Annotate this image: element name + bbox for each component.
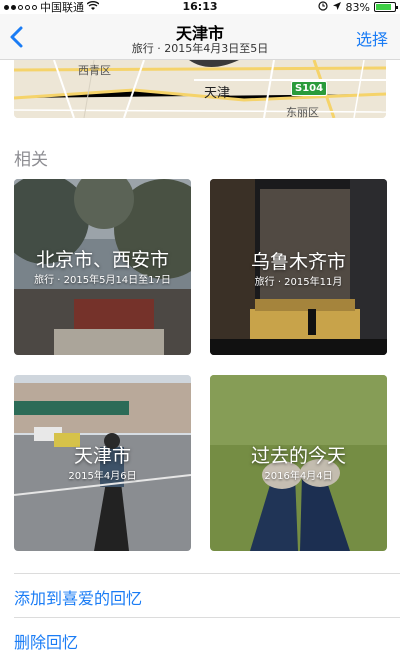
memory-card-subtitle: 2015年4月6日 [68, 471, 137, 482]
delete-memory-button[interactable]: 删除回忆 [14, 629, 78, 653]
memory-card-subtitle: 旅行 · 2015年5月14日至17日 [34, 275, 171, 286]
battery-percent: 83% [345, 0, 370, 14]
memory-card-title: 过去的今天 [250, 445, 346, 467]
trip-map[interactable]: 西青区 天津 S104 东丽区 [14, 60, 386, 118]
map-label-city: 天津 [204, 86, 231, 101]
page-subtitle: 旅行 · 2015年4月3日至5日 [131, 42, 269, 55]
related-section-header: 相关 [14, 150, 48, 170]
memory-card-tianjin[interactable]: 天津市 2015年4月6日 [14, 375, 191, 551]
memory-card-title: 天津市 [73, 445, 131, 467]
alarm-icon [317, 0, 328, 14]
memory-card-urumqi[interactable]: 乌鲁木齐市 旅行 · 2015年11月 [210, 179, 387, 355]
status-right: 83% [317, 0, 398, 14]
map-roads [14, 60, 386, 118]
divider [14, 573, 400, 574]
navigation-bar: 天津市 旅行 · 2015年4月3日至5日 选择 [0, 14, 400, 60]
status-bar: 中国联通 16:13 83% [0, 0, 400, 14]
map-label-district-east: 东丽区 [286, 106, 319, 118]
add-to-favorites-button[interactable]: 添加到喜爱的回忆 [14, 585, 142, 609]
memory-card-subtitle: 旅行 · 2015年11月 [254, 277, 343, 288]
select-button[interactable]: 选择 [356, 26, 388, 50]
memory-card-title: 北京市、西安市 [35, 249, 169, 271]
battery-icon [374, 2, 398, 12]
memory-card-beijing-xian[interactable]: 北京市、西安市 旅行 · 2015年5月14日至17日 [14, 179, 191, 355]
memory-card-title: 乌鲁木齐市 [250, 251, 346, 273]
highway-shield: S104 [291, 81, 328, 96]
divider [14, 617, 400, 618]
memory-card-on-this-day[interactable]: 过去的今天 2016年4月4日 [210, 375, 387, 551]
memory-card-subtitle: 2016年4月4日 [264, 471, 333, 482]
location-arrow-icon [332, 1, 342, 14]
map-label-district-west: 西青区 [78, 64, 111, 77]
